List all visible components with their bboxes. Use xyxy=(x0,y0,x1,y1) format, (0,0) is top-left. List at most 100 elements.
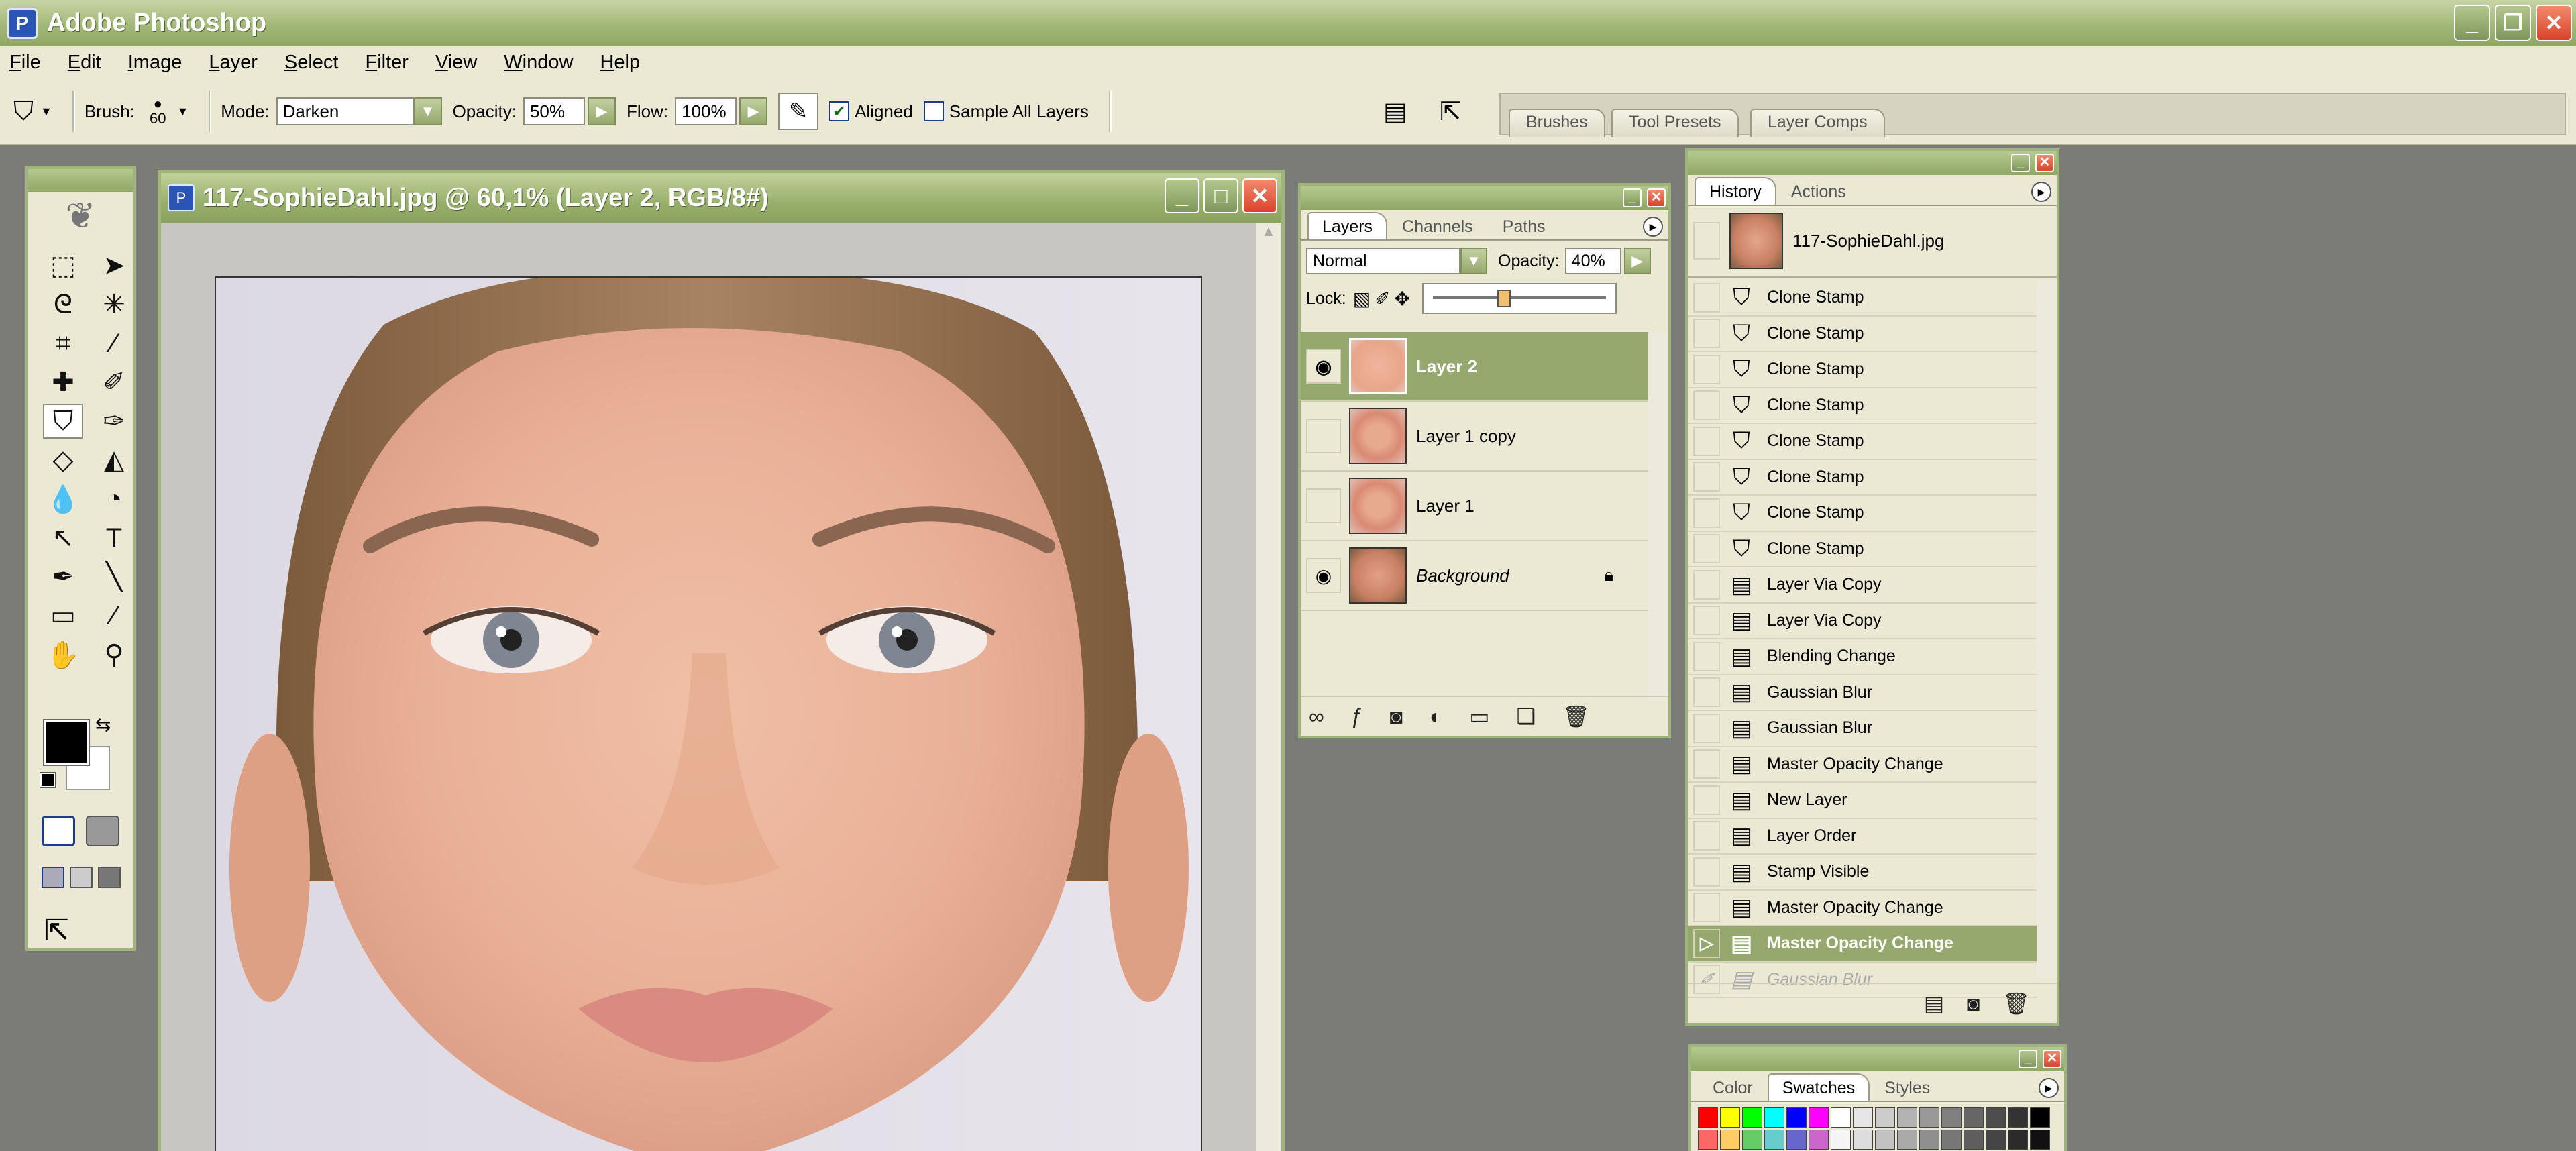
menu-filter[interactable]: Filter xyxy=(366,52,409,74)
standard-screen-mode-icon[interactable] xyxy=(42,867,64,888)
dodge-icon[interactable]: ◔ xyxy=(94,482,134,516)
opacity-input[interactable]: 50% xyxy=(523,97,585,125)
layer-style-icon[interactable]: ƒ xyxy=(1351,704,1363,729)
panel-close-button[interactable]: ✕ xyxy=(2043,1050,2061,1068)
panel-close-button[interactable]: ✕ xyxy=(2035,154,2054,172)
jump-to-imageready-icon[interactable]: ⇱ xyxy=(44,914,69,948)
rectangular-marquee-icon[interactable]: ⬚ xyxy=(43,248,83,283)
sample-all-layers-checkbox[interactable]: Sample All Layers xyxy=(923,101,1089,122)
history-source-box[interactable] xyxy=(1693,677,1720,708)
color-swatch[interactable] xyxy=(1720,1107,1740,1128)
history-source-box[interactable] xyxy=(1693,569,1720,600)
scroll-up-arrow-icon[interactable]: ▲ xyxy=(1256,223,1281,250)
healing-brush-icon[interactable]: ✚ xyxy=(43,365,83,400)
color-swatch[interactable] xyxy=(1698,1107,1718,1128)
tab-layers[interactable]: Layers xyxy=(1307,212,1388,239)
menu-image[interactable]: Image xyxy=(128,52,182,74)
history-state[interactable]: ⛉ Clone Stamp xyxy=(1688,280,2037,317)
history-state[interactable]: ⛉ Clone Stamp xyxy=(1688,424,2037,460)
tab-channels[interactable]: Channels xyxy=(1387,212,1488,239)
brush-picker[interactable]: ● 60 xyxy=(150,97,166,126)
history-state[interactable]: ▤ Blending Change xyxy=(1688,639,2037,675)
color-swatch[interactable] xyxy=(1897,1107,1917,1128)
type-icon[interactable]: T xyxy=(94,520,134,555)
imageready-button[interactable]: ⇱ xyxy=(1440,97,1461,127)
document-minimize-button[interactable]: _ xyxy=(1165,178,1199,213)
history-source-box[interactable] xyxy=(1693,282,1720,313)
history-state[interactable]: ⛉ Clone Stamp xyxy=(1688,388,2037,424)
history-state[interactable]: ▤ Gaussian Blur xyxy=(1688,675,2037,711)
history-source-box[interactable] xyxy=(1693,785,1720,815)
brush-icon[interactable]: ✐ xyxy=(94,365,134,400)
crop-icon[interactable]: ⌗ xyxy=(43,326,83,361)
full-screen-menu-mode-icon[interactable] xyxy=(70,867,93,888)
history-state[interactable]: ▤ Layer Via Copy xyxy=(1688,604,2037,639)
flow-input[interactable]: 100% xyxy=(675,97,737,125)
link-layers-icon[interactable]: ∞ xyxy=(1309,704,1324,729)
panel-minimize-button[interactable]: _ xyxy=(2011,154,2030,172)
clone-stamp-icon[interactable]: ⛉ xyxy=(43,404,83,439)
history-state[interactable]: ▤ New Layer xyxy=(1688,783,2037,819)
color-swatch[interactable] xyxy=(1853,1107,1873,1128)
line-icon[interactable]: ╲ xyxy=(94,559,134,594)
history-source-box[interactable] xyxy=(1693,319,1720,349)
history-state[interactable]: ▤ Layer Via Copy xyxy=(1688,567,2037,604)
color-swatch[interactable] xyxy=(1941,1130,1962,1150)
blend-mode-select[interactable]: Normal xyxy=(1306,248,1460,274)
menu-help[interactable]: Help xyxy=(600,52,640,74)
history-source-box[interactable] xyxy=(1693,498,1720,528)
pen-icon[interactable]: ✒ xyxy=(43,559,83,594)
zoom-icon[interactable]: ⚲ xyxy=(94,637,134,672)
history-state[interactable]: ⛉ Clone Stamp xyxy=(1688,460,2037,496)
panel-menu-icon[interactable]: ▶ xyxy=(1643,217,1663,237)
full-screen-mode-icon[interactable] xyxy=(98,867,121,888)
history-source-box[interactable] xyxy=(1693,534,1720,564)
opacity-slider-button[interactable]: ▶ xyxy=(587,97,616,125)
aligned-checkbox[interactable]: ✔ Aligned xyxy=(829,101,913,122)
history-state[interactable]: ▤ Master Opacity Change xyxy=(1688,891,2037,926)
visibility-eye-icon[interactable]: ◉ xyxy=(1306,558,1341,593)
history-source-box[interactable] xyxy=(1693,821,1720,851)
color-swatch[interactable] xyxy=(1809,1107,1829,1128)
color-swatch[interactable] xyxy=(1919,1130,1939,1150)
lasso-icon[interactable]: ᘓ xyxy=(43,287,83,322)
restore-button[interactable]: ❐ xyxy=(2495,5,2531,41)
history-snapshot[interactable]: 117-SophieDahl.jpg xyxy=(1688,206,2057,278)
history-source-box[interactable] xyxy=(1693,462,1720,492)
color-swatch[interactable] xyxy=(1786,1130,1807,1150)
lock-position-icon[interactable]: ✥ xyxy=(1395,288,1410,310)
tab-actions[interactable]: Actions xyxy=(1776,177,1861,205)
history-state[interactable]: ⛉ Clone Stamp xyxy=(1688,352,2037,388)
mode-select[interactable]: Darken xyxy=(276,97,414,125)
path-selection-icon[interactable]: ↖ xyxy=(43,520,83,555)
close-button[interactable]: ✕ xyxy=(2536,5,2572,41)
lock-transparency-icon[interactable]: ▧ xyxy=(1353,288,1371,310)
panel-minimize-button[interactable]: _ xyxy=(2019,1050,2037,1068)
layer-row-layer-1[interactable]: Layer 1 xyxy=(1301,472,1654,541)
new-document-from-state-icon[interactable]: ▤ xyxy=(1924,991,1944,1016)
swap-colors-icon[interactable]: ⇆ xyxy=(95,714,111,736)
slice-icon[interactable]: ⁄ xyxy=(94,326,134,361)
menu-select[interactable]: Select xyxy=(284,52,339,74)
visibility-toggle[interactable] xyxy=(1306,419,1341,453)
hand-icon[interactable]: ✋ xyxy=(43,637,83,672)
panel-menu-icon[interactable]: ▶ xyxy=(2031,182,2051,202)
history-state[interactable]: ▤ Layer Order xyxy=(1688,819,2037,855)
eraser-icon[interactable]: ◇ xyxy=(43,443,83,478)
tab-color[interactable]: Color xyxy=(1698,1073,1768,1101)
layer-row-background[interactable]: ◉ Background 🔒︎ xyxy=(1301,541,1654,611)
airbrush-button[interactable]: ✎ xyxy=(778,93,819,130)
history-state[interactable]: ▷ ▤ Master Opacity Change xyxy=(1688,926,2037,963)
color-swatch[interactable] xyxy=(1764,1130,1784,1150)
tab-styles[interactable]: Styles xyxy=(1870,1073,1945,1101)
history-state[interactable]: ▤ Gaussian Blur xyxy=(1688,711,2037,747)
panel-close-button[interactable]: ✕ xyxy=(1647,188,1666,207)
history-source-box[interactable] xyxy=(1693,857,1720,887)
color-swatch[interactable] xyxy=(1831,1130,1851,1150)
color-swatch[interactable] xyxy=(2008,1107,2028,1128)
layers-panel-titlebar[interactable]: _ ✕ xyxy=(1301,186,1668,210)
layers-scrollbar[interactable] xyxy=(1648,332,1668,700)
layer-opacity-input[interactable]: 40% xyxy=(1564,248,1621,274)
color-swatch[interactable] xyxy=(2030,1107,2050,1128)
color-swatch[interactable] xyxy=(1853,1130,1873,1150)
